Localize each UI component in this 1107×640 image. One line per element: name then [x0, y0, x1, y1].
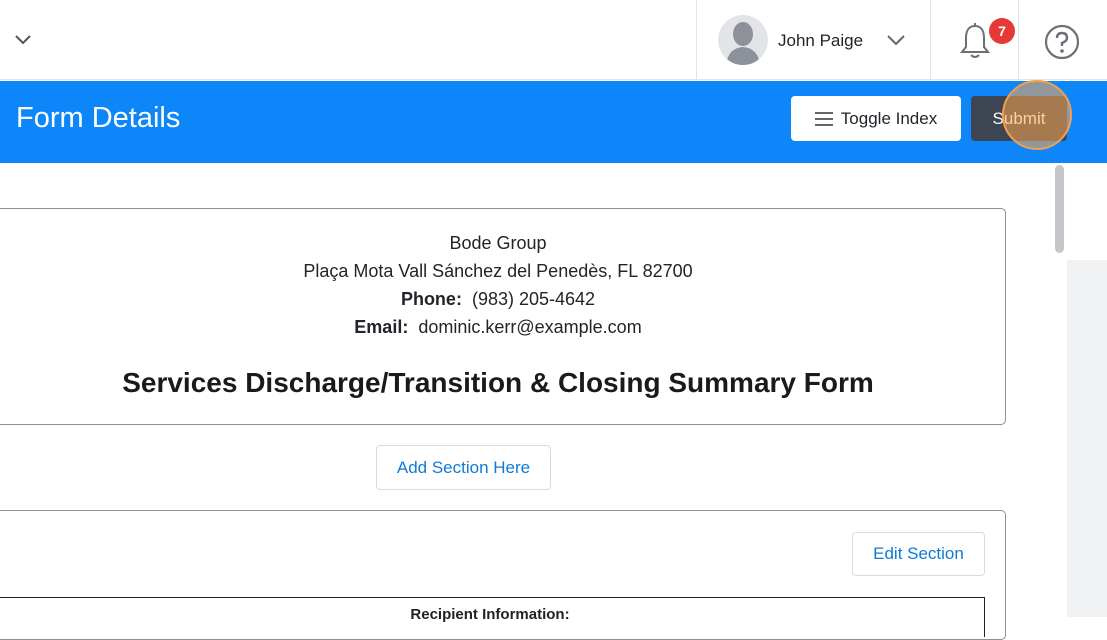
toggle-index-button[interactable]: Toggle Index	[791, 96, 961, 141]
toggle-index-label: Toggle Index	[840, 108, 938, 128]
table-heading: Recipient Information:	[410, 606, 570, 623]
email-value: dominic.kerr@example.com	[418, 317, 642, 337]
submit-button[interactable]: Submit	[971, 96, 1067, 141]
recipient-info-table: Recipient Information:	[0, 597, 985, 637]
side-panel	[1067, 260, 1107, 617]
chevron-down-icon[interactable]	[884, 29, 908, 51]
notification-badge: 7	[989, 18, 1015, 44]
form-title: Services Discharge/Transition & Closing …	[122, 367, 874, 398]
help[interactable]	[1019, 0, 1107, 80]
organization-name: Bode Group	[449, 233, 547, 253]
help-icon[interactable]	[1044, 24, 1080, 60]
notifications[interactable]: 7	[931, 0, 1019, 80]
organization-address: Plaça Mota Vall Sánchez del Penedès, FL …	[303, 261, 693, 281]
user-menu[interactable]: John Paige	[696, 0, 931, 80]
edit-section-button[interactable]: Edit Section	[852, 532, 985, 576]
user-name: John Paige	[778, 31, 864, 50]
add-section-button[interactable]: Add Section Here	[376, 445, 551, 490]
top-navbar: John Paige 7	[0, 0, 1107, 80]
scrollbar[interactable]	[1055, 165, 1064, 253]
organization-email: Email: dominic.kerr@example.com	[0, 317, 1005, 338]
page-header: Form Details Toggle Index Submit	[0, 81, 1107, 163]
form-header-card: Bode Group Plaça Mota Vall Sánchez del P…	[0, 208, 1006, 425]
bell-icon[interactable]	[959, 22, 991, 60]
phone-label: Phone:	[400, 289, 462, 309]
phone-value: (983) 205-4642	[471, 289, 596, 309]
email-label: Email:	[354, 317, 409, 337]
hamburger-icon	[814, 111, 833, 126]
chevron-down-icon[interactable]	[12, 28, 34, 50]
avatar	[718, 15, 768, 65]
organization-phone: Phone: (983) 205-4642	[0, 289, 1005, 310]
page-title: Form Details	[16, 102, 181, 134]
